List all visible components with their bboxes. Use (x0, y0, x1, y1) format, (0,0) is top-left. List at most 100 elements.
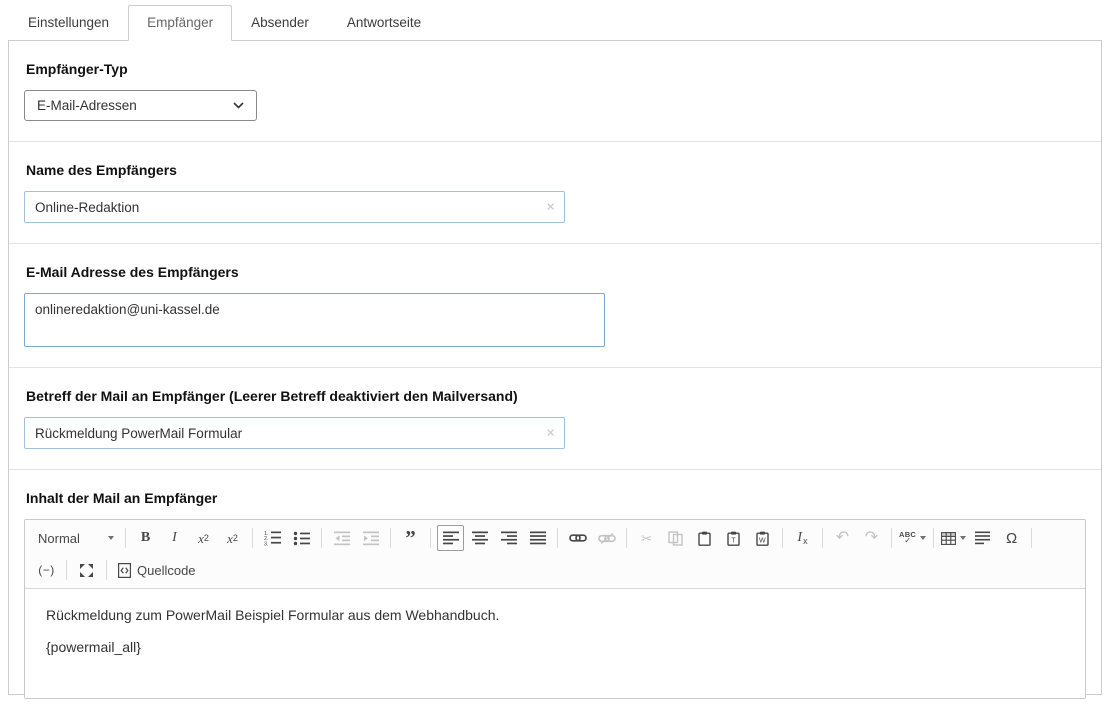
copy-icon (668, 531, 683, 546)
copy-button[interactable] (662, 525, 689, 551)
bold-button[interactable]: B (132, 525, 159, 551)
indent-button[interactable] (357, 525, 384, 551)
toolbar-separator (390, 528, 391, 548)
indent-icon (363, 531, 379, 546)
remove-format-icon: I (797, 531, 802, 545)
rich-text-editor: Normal B I x2 x2 1.2.3. ” (24, 519, 1086, 699)
mail-body-label: Inhalt der Mail an Empfänger (26, 490, 1086, 506)
unordered-list-button[interactable] (288, 525, 315, 551)
tab-einstellungen[interactable]: Einstellungen (9, 5, 128, 41)
svg-text:T: T (731, 537, 736, 544)
ordered-list-button[interactable]: 1.2.3. (259, 525, 286, 551)
special-character-button[interactable]: Ω (998, 525, 1025, 551)
paste-button[interactable] (691, 525, 718, 551)
toolbar-separator (125, 528, 126, 548)
clear-icon[interactable]: × (546, 426, 555, 441)
svg-text:W: W (759, 537, 766, 544)
format-select[interactable]: Normal (32, 525, 120, 551)
section-recipient-type: Empfänger-Typ E-Mail-Adressen (9, 41, 1101, 142)
recipient-name-label: Name des Empfängers (26, 162, 1086, 178)
recipient-type-select[interactable]: E-Mail-Adressen (24, 90, 257, 121)
chevron-down-icon (108, 536, 114, 540)
subject-input[interactable] (24, 417, 565, 449)
soft-hyphen-button[interactable]: (−) (33, 557, 60, 583)
toolbar-separator (430, 528, 431, 548)
paste-word-button[interactable]: W (749, 525, 776, 551)
clear-icon[interactable]: × (546, 200, 555, 215)
italic-button[interactable]: I (161, 525, 188, 551)
blockquote-button[interactable]: ” (397, 525, 424, 551)
paste-icon (698, 531, 711, 546)
tab-antwortseite[interactable]: Antwortseite (328, 5, 440, 41)
outdent-button[interactable] (328, 525, 355, 551)
spellcheck-button[interactable]: ABC ✓ (898, 525, 927, 551)
horizontal-rule-button[interactable] (969, 525, 996, 551)
source-code-icon (118, 563, 131, 578)
paste-text-button[interactable]: T (720, 525, 747, 551)
cut-button[interactable]: ✂ (633, 525, 660, 551)
remove-format-button[interactable]: Ix (789, 525, 816, 551)
tab-empfaenger[interactable]: Empfänger (128, 5, 232, 41)
horizontal-rule-icon (975, 531, 990, 545)
maximize-icon (80, 564, 93, 577)
chevron-down-icon (920, 536, 926, 540)
unlink-button[interactable] (593, 525, 620, 551)
recipient-email-input[interactable]: onlineredaktion@uni-kassel.de (24, 293, 605, 347)
undo-button[interactable]: ↶ (829, 525, 856, 551)
table-button[interactable] (940, 525, 967, 551)
section-subject: Betreff der Mail an Empfänger (Leerer Be… (9, 368, 1101, 470)
spellcheck-icon: ABC ✓ (899, 531, 916, 546)
align-left-button[interactable] (437, 525, 464, 551)
superscript-button[interactable]: x2 (219, 525, 246, 551)
align-right-icon (501, 531, 517, 545)
link-button[interactable] (564, 525, 591, 551)
maximize-button[interactable] (73, 557, 100, 583)
toolbar-separator (1031, 528, 1032, 548)
redo-button[interactable]: ↷ (858, 525, 885, 551)
align-right-button[interactable] (495, 525, 522, 551)
format-value: Normal (38, 531, 80, 546)
recipient-name-input[interactable] (24, 191, 565, 223)
toolbar-separator (321, 528, 322, 548)
chevron-down-icon (233, 102, 244, 109)
editor-paragraph: Rückmeldung zum PowerMail Beispiel Formu… (46, 607, 1064, 623)
tab-bar: Einstellungen Empfänger Absender Antwort… (0, 0, 1110, 40)
align-justify-button[interactable] (524, 525, 551, 551)
toolbar-separator (822, 528, 823, 548)
source-code-button[interactable]: Quellcode (113, 557, 201, 583)
subject-field: × (24, 417, 565, 449)
paste-text-icon: T (727, 531, 740, 546)
section-recipient-email: E-Mail Adresse des Empfängers onlinereda… (9, 244, 1101, 368)
align-left-icon (443, 531, 459, 545)
align-justify-icon (530, 531, 546, 545)
ordered-list-icon: 1.2.3. (264, 530, 281, 546)
toolbar-row-2: (−) Quellcode (25, 556, 1085, 588)
section-recipient-name: Name des Empfängers × (9, 142, 1101, 244)
tab-absender[interactable]: Absender (232, 5, 328, 41)
subject-label: Betreff der Mail an Empfänger (Leerer Be… (26, 388, 1086, 404)
align-center-icon (472, 531, 488, 545)
toolbar-separator (66, 560, 67, 580)
svg-text:3.: 3. (264, 541, 269, 546)
link-icon (569, 533, 587, 543)
chevron-down-icon (960, 536, 966, 540)
unlink-icon (598, 533, 616, 544)
form-panel: Empfänger-Typ E-Mail-Adressen Name des E… (8, 40, 1102, 695)
paste-word-icon: W (756, 531, 769, 546)
toolbar-separator (891, 528, 892, 548)
outdent-icon (334, 531, 350, 546)
recipient-email-label: E-Mail Adresse des Empfängers (26, 264, 1086, 280)
toolbar-separator (252, 528, 253, 548)
powermail-form-page: Einstellungen Empfänger Absender Antwort… (0, 0, 1110, 695)
toolbar-separator (933, 528, 934, 548)
unordered-list-icon (293, 531, 310, 546)
toolbar-separator (106, 560, 107, 580)
align-center-button[interactable] (466, 525, 493, 551)
table-icon (941, 532, 956, 545)
subscript-button[interactable]: x2 (190, 525, 217, 551)
recipient-type-value: E-Mail-Adressen (37, 98, 137, 113)
toolbar-separator (782, 528, 783, 548)
toolbar-separator (626, 528, 627, 548)
recipient-type-label: Empfänger-Typ (26, 61, 1086, 77)
toolbar-row-1: Normal B I x2 x2 1.2.3. ” (25, 520, 1085, 556)
